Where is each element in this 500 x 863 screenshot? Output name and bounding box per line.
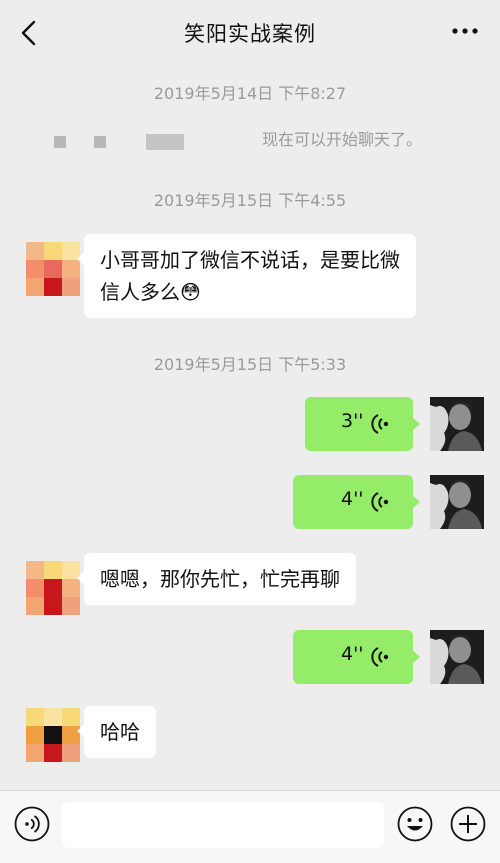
message-text: 嗯嗯，那你先忙，忙完再聊: [100, 567, 340, 591]
timestamp: 2019年5月15日 下午4:55: [153, 191, 347, 210]
voice-wave-icon: [371, 492, 389, 512]
my-avatar[interactable]: [430, 397, 484, 451]
voice-input-icon[interactable]: [13, 805, 51, 843]
profile-photo-icon: [430, 630, 484, 684]
pixelated-name: [54, 136, 66, 148]
my-avatar[interactable]: [430, 475, 484, 529]
pixelated-name: [146, 134, 184, 150]
more-dots-icon[interactable]: [450, 24, 480, 38]
my-avatar[interactable]: [430, 630, 484, 684]
received-message[interactable]: 嗯嗯，那你先忙，忙完再聊: [77, 553, 356, 605]
voice-duration: 4'': [341, 488, 364, 510]
sent-voice-message[interactable]: 3'': [305, 397, 420, 451]
profile-photo-icon: [430, 397, 484, 451]
voice-wave-icon: [371, 414, 389, 434]
profile-photo-icon: [430, 475, 484, 529]
voice-wave-icon: [371, 647, 389, 667]
timestamp: 2019年5月14日 下午8:27: [153, 84, 347, 103]
timestamp: 2019年5月15日 下午5:33: [153, 355, 347, 374]
message-input[interactable]: [62, 802, 384, 848]
system-message: 现在可以开始聊天了。: [0, 124, 500, 154]
input-bar: [0, 790, 500, 863]
voice-duration: 4'': [341, 643, 364, 665]
top-bar: 笑阳实战案例: [0, 0, 500, 64]
emoji-icon[interactable]: [396, 805, 434, 843]
received-message[interactable]: 哈哈: [77, 706, 156, 758]
contact-avatar[interactable]: [26, 561, 80, 615]
contact-avatar[interactable]: [26, 708, 80, 762]
plus-icon[interactable]: [449, 805, 487, 843]
sent-voice-message[interactable]: 4'': [293, 630, 420, 684]
sent-voice-message[interactable]: 4'': [293, 475, 420, 529]
chat-title: 笑阳实战案例: [184, 22, 316, 46]
received-message[interactable]: 小哥哥加了微信不说话，是要比微信人多么😳: [77, 234, 416, 318]
pixelated-name: [94, 136, 106, 148]
flushed-emoji-icon: 😳: [180, 280, 201, 304]
message-text: 小哥哥加了微信不说话，是要比微信人多么: [100, 248, 400, 304]
system-message-text: 现在可以开始聊天了。: [262, 130, 423, 149]
contact-avatar[interactable]: [26, 242, 80, 296]
message-text: 哈哈: [100, 720, 140, 744]
voice-duration: 3'': [341, 410, 364, 432]
